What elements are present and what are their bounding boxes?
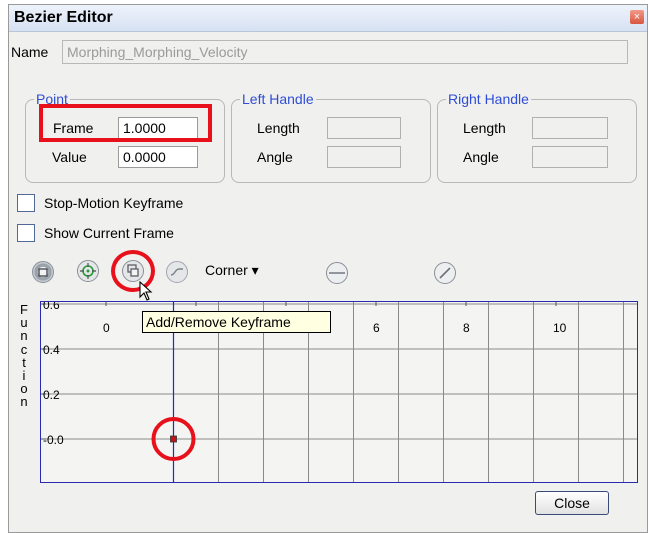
break-handles-glyph [439, 267, 451, 279]
window-title: Bezier Editor [14, 9, 113, 26]
frame-highlight-box [39, 104, 212, 142]
break-handles-icon[interactable] [434, 262, 456, 284]
smooth-curve-glyph [170, 268, 183, 276]
x-tick-label: 0 [103, 321, 110, 335]
left-handle-group: Left Handle [231, 91, 431, 183]
right-handle-group: Right Handle [437, 91, 637, 183]
graph-y-axis-label: F u n c t i o n [18, 303, 30, 409]
left-length-label: Length [257, 120, 300, 136]
left-handle-group-title: Left Handle [240, 91, 316, 107]
left-angle-input [327, 146, 401, 168]
add-remove-keyframe-tooltip: Add/Remove Keyframe [142, 311, 331, 333]
y-tick-label: -0.0 [43, 433, 64, 447]
x-tick-label: 8 [463, 321, 470, 335]
window-close-icon[interactable]: × [630, 10, 644, 24]
flatten-handles-glyph [329, 272, 345, 274]
left-angle-label: Angle [257, 149, 293, 165]
show-current-frame-label: Show Current Frame [44, 225, 174, 241]
go-to-keyframe-icon[interactable] [77, 260, 99, 282]
show-current-frame-checkbox[interactable] [17, 224, 35, 242]
mouse-pointer-icon [139, 281, 153, 301]
y-axis-letter: c [20, 341, 28, 357]
go-to-keyframe-glyph [80, 263, 96, 279]
keyframe-mode-icon[interactable] [32, 261, 54, 283]
y-axis-letter: n [20, 328, 28, 344]
stop-motion-keyframe-checkbox[interactable] [17, 194, 35, 212]
right-angle-label: Angle [463, 149, 499, 165]
close-button[interactable]: Close [535, 491, 609, 515]
keyframe-mode-glyph [38, 268, 48, 277]
right-angle-input [532, 146, 608, 168]
y-tick-label: 0.4 [43, 343, 60, 357]
title-bar[interactable]: Bezier Editor × [9, 5, 647, 32]
stop-motion-keyframe-label: Stop-Motion Keyframe [44, 195, 184, 211]
right-length-label: Length [463, 120, 506, 136]
value-label: Value [52, 149, 87, 165]
right-handle-group-title: Right Handle [446, 91, 531, 107]
name-label: Name [11, 44, 49, 60]
keyframe-point [170, 435, 177, 443]
smooth-curve-icon[interactable] [166, 261, 188, 283]
graph-canvas[interactable]: 0.60.40.2-0.00246810 [40, 301, 638, 483]
function-curve-graph[interactable]: 0.60.40.2-0.00246810 [40, 301, 638, 483]
flatten-handles-icon[interactable] [326, 262, 348, 284]
y-tick-label: 0.2 [43, 388, 60, 402]
y-axis-letter: n [20, 394, 28, 410]
value-input[interactable]: 0.0000 [118, 146, 198, 168]
left-length-input [327, 117, 401, 139]
x-tick-label: 10 [553, 321, 567, 335]
right-length-input [532, 117, 608, 139]
y-tick-label: 0.6 [43, 301, 60, 312]
name-field: Morphing_Morphing_Velocity [62, 40, 628, 64]
x-tick-label: 6 [373, 321, 380, 335]
interpolation-dropdown[interactable]: Corner ▾ [205, 262, 259, 279]
